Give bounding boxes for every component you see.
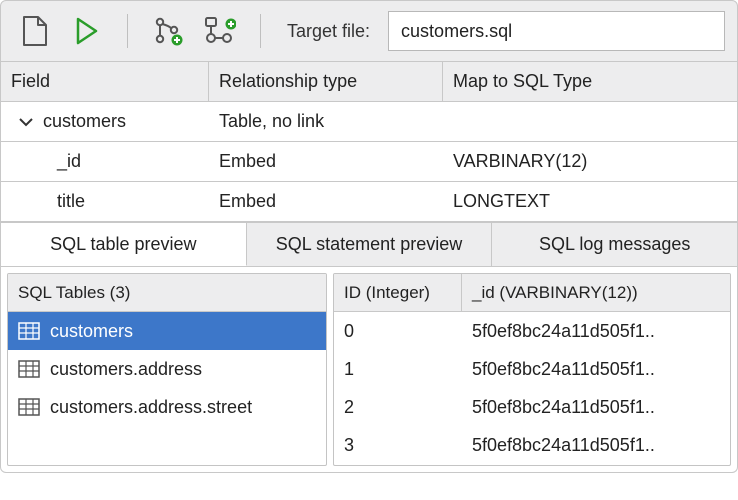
sql-table-name: customers [50,321,133,342]
sql-tables-header: SQL Tables (3) [8,274,326,312]
tab-sql-log-messages[interactable]: SQL log messages [492,222,737,266]
data-cell-bin: 5f0ef8bc24a11d505f1.. [472,435,655,456]
data-cell-id: 1 [344,359,354,380]
mapping-header-reltype[interactable]: Relationship type [209,62,443,101]
data-cell-bin: 5f0ef8bc24a11d505f1.. [472,397,655,418]
data-cell-bin: 5f0ef8bc24a11d505f1.. [472,359,655,380]
mapping-field-label: _id [57,151,81,172]
table-icon [18,398,40,416]
tab-sql-statement-preview[interactable]: SQL statement preview [247,222,493,266]
sql-table-item[interactable]: customers.address.street [8,388,326,426]
sql-table-item[interactable]: customers [8,312,326,350]
data-col-id[interactable]: ID (Integer) [334,274,462,311]
mapping-mapto-label: LONGTEXT [453,191,550,212]
sql-tables-panel: SQL Tables (3) customers customers.addre… [7,273,327,466]
toolbar-separator [127,14,128,48]
table-icon [18,360,40,378]
mapping-row[interactable]: title Embed LONGTEXT [1,182,737,222]
data-cell-bin: 5f0ef8bc24a11d505f1.. [472,321,655,342]
branch-add-icon [153,16,183,46]
mapping-reltype-label: Table, no link [219,111,324,132]
run-button[interactable] [65,9,109,53]
data-cell-id: 0 [344,321,354,342]
sql-table-item[interactable]: customers.address [8,350,326,388]
play-icon [75,17,99,45]
chevron-down-icon[interactable] [19,117,33,127]
data-row[interactable]: 0 5f0ef8bc24a11d505f1.. [334,312,730,350]
data-row[interactable]: 3 5f0ef8bc24a11d505f1.. [334,426,730,464]
tab-label: SQL table preview [50,234,196,255]
data-cell-id: 3 [344,435,354,456]
new-file-button[interactable] [13,9,57,53]
add-mapping-button[interactable] [198,9,242,53]
data-col-bin[interactable]: _id (VARBINARY(12)) [462,274,730,311]
mapping-header-field[interactable]: Field [1,62,209,101]
table-icon [18,322,40,340]
preview-area: SQL Tables (3) customers customers.addre… [0,267,738,473]
mapping-reltype-label: Embed [219,191,276,212]
mapping-table: Field Relationship type Map to SQL Type … [0,62,738,222]
data-row[interactable]: 1 5f0ef8bc24a11d505f1.. [334,350,730,388]
tab-sql-table-preview[interactable]: SQL table preview [1,222,247,266]
mapping-reltype-label: Embed [219,151,276,172]
sql-tables-header-label: SQL Tables (3) [8,274,140,311]
mapping-mapto-label: VARBINARY(12) [453,151,587,172]
tabs-bar: SQL table preview SQL statement preview … [0,222,738,267]
mapping-header-mapto[interactable]: Map to SQL Type [443,62,737,101]
data-preview-header: ID (Integer) _id (VARBINARY(12)) [334,274,730,312]
mapping-row[interactable]: customers Table, no link [1,102,737,142]
tab-label: SQL log messages [539,234,690,255]
target-file-label: Target file: [287,21,370,42]
mapping-field-label: customers [43,111,126,132]
file-icon [22,16,48,46]
mapping-row[interactable]: _id Embed VARBINARY(12) [1,142,737,182]
mapping-add-icon [204,16,236,46]
toolbar-separator [260,14,261,48]
mapping-header-row: Field Relationship type Map to SQL Type [1,62,737,102]
tab-label: SQL statement preview [276,234,462,255]
sql-table-name: customers.address [50,359,202,380]
data-preview-panel: ID (Integer) _id (VARBINARY(12)) 0 5f0ef… [333,273,731,466]
add-relation-button[interactable] [146,9,190,53]
data-row[interactable]: 2 5f0ef8bc24a11d505f1.. [334,388,730,426]
toolbar: Target file: [0,0,738,62]
sql-table-name: customers.address.street [50,397,252,418]
mapping-field-label: title [57,191,85,212]
data-cell-id: 2 [344,397,354,418]
target-file-input[interactable] [388,11,725,51]
